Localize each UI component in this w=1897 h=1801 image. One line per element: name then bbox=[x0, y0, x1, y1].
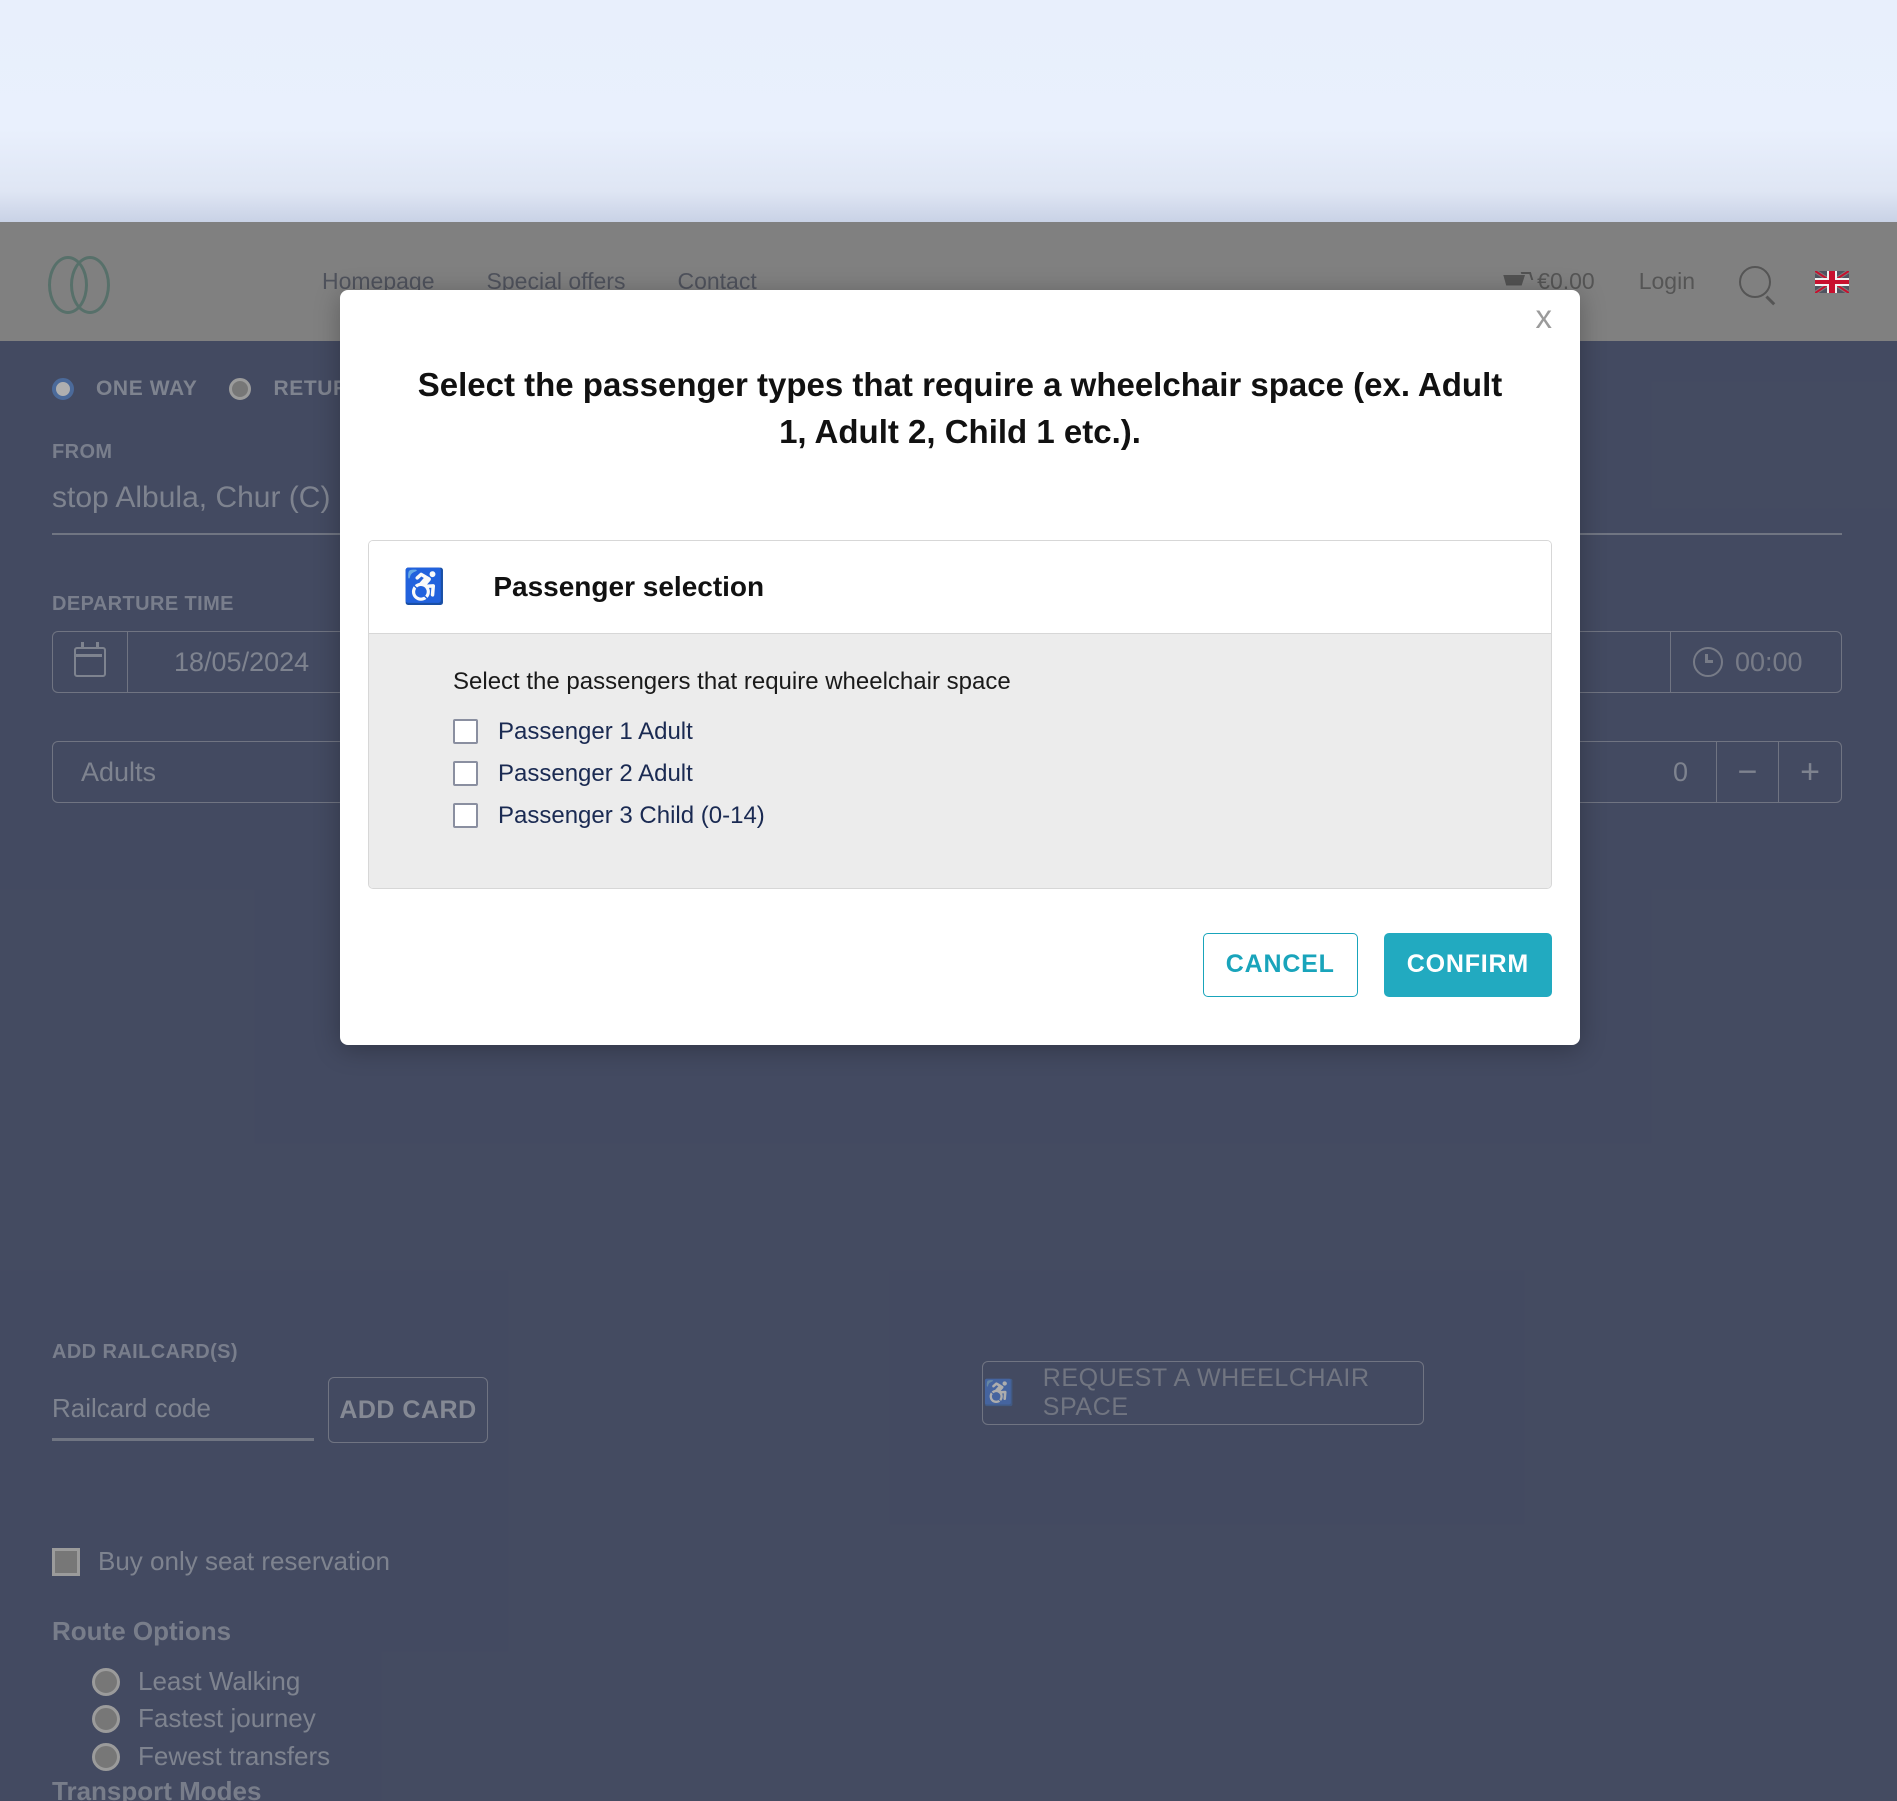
brand-logo-icon[interactable] bbox=[48, 255, 110, 314]
departure-time-input[interactable]: 00:00 bbox=[1671, 631, 1842, 693]
seat-reservation-option[interactable]: Buy only seat reservation bbox=[52, 1546, 390, 1577]
modal-actions: CANCEL CONFIRM bbox=[340, 932, 1552, 997]
clock-icon bbox=[1693, 647, 1723, 677]
route-options-title: Route Options bbox=[52, 1616, 232, 1646]
passenger-decrement-button[interactable]: − bbox=[1717, 742, 1779, 802]
calendar-icon bbox=[73, 642, 106, 677]
passenger-option-3[interactable]: Passenger 3 Child (0-14) bbox=[453, 802, 1551, 830]
passenger-selection-title: Passenger selection bbox=[493, 570, 765, 602]
route-option-label: Least Walking bbox=[138, 1666, 301, 1696]
modal-title: Select the passenger types that require … bbox=[417, 366, 1503, 450]
departure-time-value: 00:00 bbox=[1735, 646, 1803, 677]
departure-time-label: DEPARTURE TIME bbox=[52, 593, 234, 615]
search-icon[interactable] bbox=[1739, 265, 1771, 298]
passenger-selection-subtitle: Select the passengers that require wheel… bbox=[453, 667, 1011, 695]
passenger-selection-header: ♿ Passenger selection bbox=[369, 540, 1551, 634]
wheelchair-icon: ♿ bbox=[983, 1378, 1015, 1407]
transport-modes-title: Transport Modes bbox=[52, 1776, 262, 1801]
passenger-selection-panel: ♿ Passenger selection Select the passeng… bbox=[368, 539, 1552, 889]
passenger-option-2[interactable]: Passenger 2 Adult bbox=[453, 760, 1551, 788]
radio-icon bbox=[92, 1704, 120, 1733]
label-one-way: ONE WAY bbox=[96, 377, 198, 400]
passenger-type-label: Adults bbox=[53, 742, 353, 802]
checkbox-icon[interactable] bbox=[453, 719, 478, 745]
route-option-label: Fastest journey bbox=[138, 1703, 316, 1733]
route-option-fewest-transfers[interactable]: Fewest transfers bbox=[92, 1741, 330, 1772]
add-card-button[interactable]: ADD CARD bbox=[328, 1377, 488, 1443]
passenger-selection-body: Select the passengers that require wheel… bbox=[369, 633, 1551, 888]
passenger-option-label: Passenger 3 Child (0-14) bbox=[498, 801, 765, 829]
passenger-option-label: Passenger 1 Adult bbox=[498, 717, 693, 745]
uk-flag-icon[interactable] bbox=[1815, 270, 1849, 293]
confirm-button[interactable]: CONFIRM bbox=[1383, 932, 1552, 997]
seat-reservation-label: Buy only seat reservation bbox=[98, 1546, 390, 1576]
request-wheelchair-space-label: REQUEST A WHEELCHAIR SPACE bbox=[1042, 1364, 1370, 1421]
radio-icon bbox=[92, 1667, 120, 1696]
checkbox-icon bbox=[52, 1547, 80, 1576]
radio-icon bbox=[92, 1742, 120, 1771]
route-option-label: Fewest transfers bbox=[138, 1741, 331, 1771]
radio-one-way[interactable] bbox=[52, 378, 74, 400]
request-wheelchair-space-button[interactable]: ♿ REQUEST A WHEELCHAIR SPACE bbox=[982, 1361, 1424, 1425]
passenger-option-1[interactable]: Passenger 1 Adult bbox=[453, 718, 1551, 746]
close-icon[interactable]: x bbox=[1536, 300, 1553, 333]
login-link[interactable]: Login bbox=[1639, 268, 1695, 295]
checkbox-icon[interactable] bbox=[453, 803, 478, 829]
cancel-button[interactable]: CANCEL bbox=[1202, 932, 1358, 997]
radio-return-trip[interactable] bbox=[229, 378, 252, 400]
wheelchair-icon: ♿ bbox=[403, 567, 446, 606]
wheelchair-passenger-modal: x Select the passenger types that requir… bbox=[340, 290, 1580, 1045]
route-option-fastest-journey[interactable]: Fastest journey bbox=[92, 1703, 316, 1734]
browser-top-band bbox=[0, 0, 1897, 222]
route-option-least-walking[interactable]: Least Walking bbox=[92, 1666, 300, 1697]
passenger-option-label: Passenger 2 Adult bbox=[498, 759, 693, 787]
passenger-increment-button[interactable]: + bbox=[1779, 742, 1841, 802]
from-label: FROM bbox=[52, 441, 113, 463]
railcard-label: ADD RAILCARD(S) bbox=[52, 1341, 238, 1363]
checkbox-icon[interactable] bbox=[453, 761, 478, 787]
railcard-input[interactable]: Railcard code bbox=[52, 1393, 314, 1441]
cart-icon bbox=[1503, 271, 1534, 292]
calendar-button[interactable] bbox=[52, 631, 127, 693]
